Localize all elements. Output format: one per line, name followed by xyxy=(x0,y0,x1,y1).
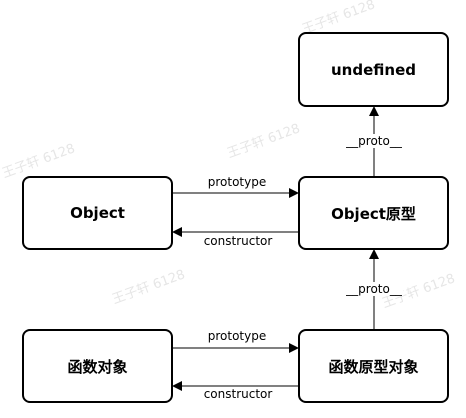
node-undefined-label: undefined xyxy=(331,60,416,79)
node-undefined: undefined xyxy=(298,32,449,107)
node-object-prototype: Object原型 xyxy=(298,176,449,250)
edge-label-function-constructor: constructor xyxy=(202,387,274,401)
edge-label-function-prototype: prototype xyxy=(206,329,268,343)
edge-label-object-constructor: constructor xyxy=(202,234,274,248)
node-function-object-label: 函数对象 xyxy=(67,357,128,376)
edge-label-proto-bottom: __proto__ xyxy=(345,282,403,296)
node-function-prototype-label: 函数原型对象 xyxy=(328,357,419,376)
node-function-object: 函数对象 xyxy=(22,329,173,403)
node-function-prototype: 函数原型对象 xyxy=(298,329,449,403)
node-object: Object xyxy=(22,176,173,250)
edge-label-proto-top: __proto__ xyxy=(345,134,403,148)
node-object-label: Object xyxy=(70,204,125,222)
edge-label-object-prototype: prototype xyxy=(206,175,268,189)
node-object-prototype-label: Object原型 xyxy=(331,204,416,223)
